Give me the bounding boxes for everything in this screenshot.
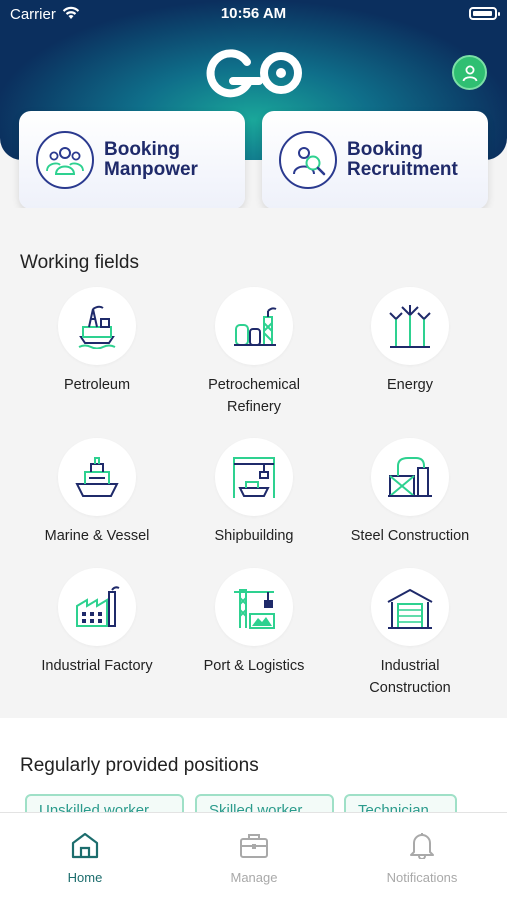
briefcase-icon: [240, 834, 268, 858]
go-logo: [206, 49, 302, 98]
field-label: Steel Construction: [350, 528, 470, 544]
tab-notifications[interactable]: Notifications: [362, 831, 482, 885]
booking-manpower-label: Booking Manpower: [104, 139, 198, 180]
people-group-icon: [36, 131, 94, 189]
battery-icon: [469, 7, 500, 20]
bottom-tab-bar: Home Manage Notifications: [0, 812, 507, 900]
field-label: Energy: [387, 377, 433, 393]
warehouse-icon: [371, 568, 449, 646]
field-steel-construction[interactable]: Steel Construction: [330, 438, 490, 547]
booking-recruitment-button[interactable]: Booking Recruitment: [262, 111, 488, 209]
field-label: Petroleum: [63, 377, 131, 393]
field-petrochemical-refinery[interactable]: Petrochemical Refinery: [174, 287, 334, 418]
field-label: Petrochemical Refinery: [208, 377, 300, 415]
recruitment-search-icon: [279, 131, 337, 189]
field-label: Industrial Factory: [41, 658, 153, 674]
factory-icon: [58, 568, 136, 646]
shipyard-icon: [215, 438, 293, 516]
steel-structure-icon: [371, 438, 449, 516]
working-fields-title: Working fields: [20, 252, 139, 273]
field-industrial-construction[interactable]: Industrial Construction: [330, 568, 490, 699]
tab-home[interactable]: Home: [25, 831, 145, 885]
field-petroleum[interactable]: Petroleum: [17, 287, 177, 396]
field-energy[interactable]: Energy: [330, 287, 490, 396]
user-icon: [462, 65, 477, 81]
tab-manage-label: Manage: [230, 870, 278, 885]
field-marine-vessel[interactable]: Marine & Vessel: [17, 438, 177, 547]
tab-home-label: Home: [67, 870, 103, 885]
field-port-logistics[interactable]: Port & Logistics: [174, 568, 334, 677]
wind-turbine-icon: [371, 287, 449, 365]
field-shipbuilding[interactable]: Shipbuilding: [174, 438, 334, 547]
field-label: Marine & Vessel: [44, 528, 150, 544]
status-bar: Carrier 10:56 AM: [0, 0, 507, 30]
tab-notifications-label: Notifications: [386, 870, 458, 885]
booking-recruitment-label: Booking Recruitment: [347, 139, 458, 180]
field-industrial-factory[interactable]: Industrial Factory: [17, 568, 177, 677]
bell-icon: [410, 833, 434, 860]
home-icon: [71, 832, 99, 859]
field-label: Shipbuilding: [214, 528, 294, 544]
profile-button[interactable]: [452, 55, 487, 90]
refinery-icon: [215, 287, 293, 365]
field-label: Port & Logistics: [203, 658, 305, 674]
status-time: 10:56 AM: [220, 5, 287, 22]
positions-title: Regularly provided positions: [20, 755, 259, 776]
booking-manpower-button[interactable]: Booking Manpower: [19, 111, 245, 209]
ship-icon: [58, 438, 136, 516]
tab-manage[interactable]: Manage: [194, 831, 314, 885]
field-label: Industrial Construction: [369, 658, 451, 696]
oil-rig-icon: [58, 287, 136, 365]
port-crane-icon: [215, 568, 293, 646]
